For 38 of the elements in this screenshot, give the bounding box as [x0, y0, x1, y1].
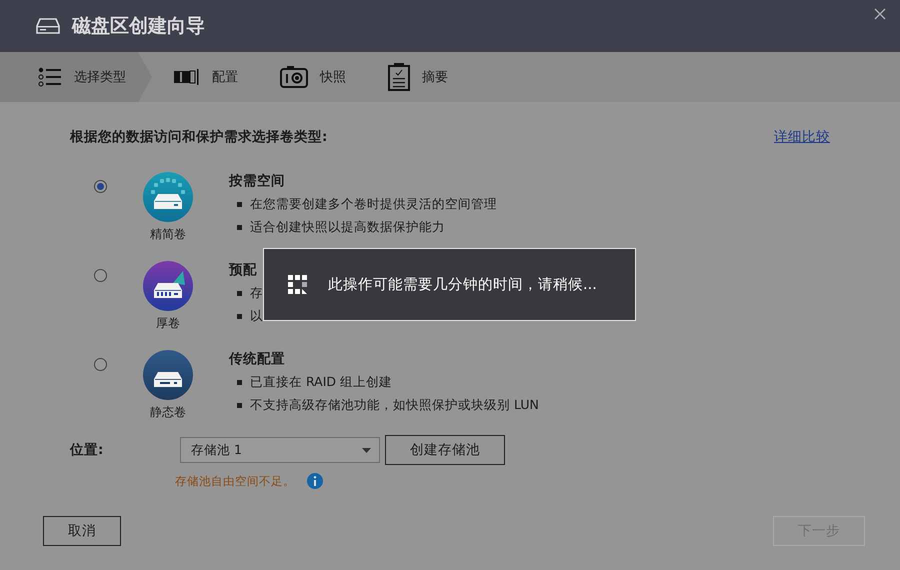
- wizard-step[interactable]: 摘要: [366, 52, 468, 102]
- disk-icon: [143, 261, 193, 311]
- wizard-step[interactable]: 配置: [152, 52, 258, 102]
- caret-icon: [362, 448, 371, 452]
- wizard-step[interactable]: 快照: [258, 52, 366, 102]
- list-icon: [38, 67, 62, 87]
- disk-icon: [143, 350, 193, 400]
- radio-button[interactable]: [94, 358, 106, 371]
- drive-icon: [36, 18, 60, 34]
- create-pool-button[interactable]: 创建存储池: [385, 435, 505, 465]
- option-heading: 传统配置: [229, 350, 286, 368]
- cancel-button[interactable]: 取消: [43, 516, 121, 546]
- volume-type-label: 静态卷: [150, 404, 186, 421]
- instruction-text: 根据您的数据访问和保护需求选择卷类型:: [70, 128, 328, 146]
- bullet-text: 已直接在 RAID 组上创建: [229, 374, 830, 391]
- option-heading: 按需空间: [229, 172, 286, 190]
- info-icon[interactable]: [307, 473, 323, 489]
- bullet-text: 不支持高级存储池功能，如快照保护或块级别 LUN: [229, 397, 830, 414]
- radio-button[interactable]: [94, 269, 106, 282]
- bars-icon: [174, 69, 200, 85]
- option-heading: 预配: [229, 261, 258, 279]
- disk-icon: [143, 172, 193, 222]
- spinner-icon: [288, 274, 308, 294]
- location-label: 位置:: [70, 441, 104, 459]
- bullet-text: 适合创建快照以提高数据保护能力: [229, 219, 830, 236]
- volume-type-label: 精简卷: [150, 226, 186, 243]
- close-icon[interactable]: [874, 8, 886, 20]
- radio-button[interactable]: [94, 180, 106, 193]
- compare-link[interactable]: 详细比较: [774, 128, 830, 146]
- wizard-step[interactable]: 选择类型: [0, 52, 152, 102]
- clipboard-icon: [388, 63, 410, 91]
- camera-icon: [280, 65, 308, 89]
- pool-dropdown[interactable]: 存储池 1: [180, 437, 380, 463]
- toast-message: 此操作可能需要几分钟的时间，请稍候...: [328, 276, 597, 294]
- bullet-text: 在您需要创建多个卷时提供灵活的空间管理: [229, 196, 830, 213]
- volume-type-label: 厚卷: [156, 315, 180, 332]
- window-title: 磁盘区创建向导: [72, 14, 206, 39]
- warning-text: 存储池自由空间不足。: [175, 474, 295, 488]
